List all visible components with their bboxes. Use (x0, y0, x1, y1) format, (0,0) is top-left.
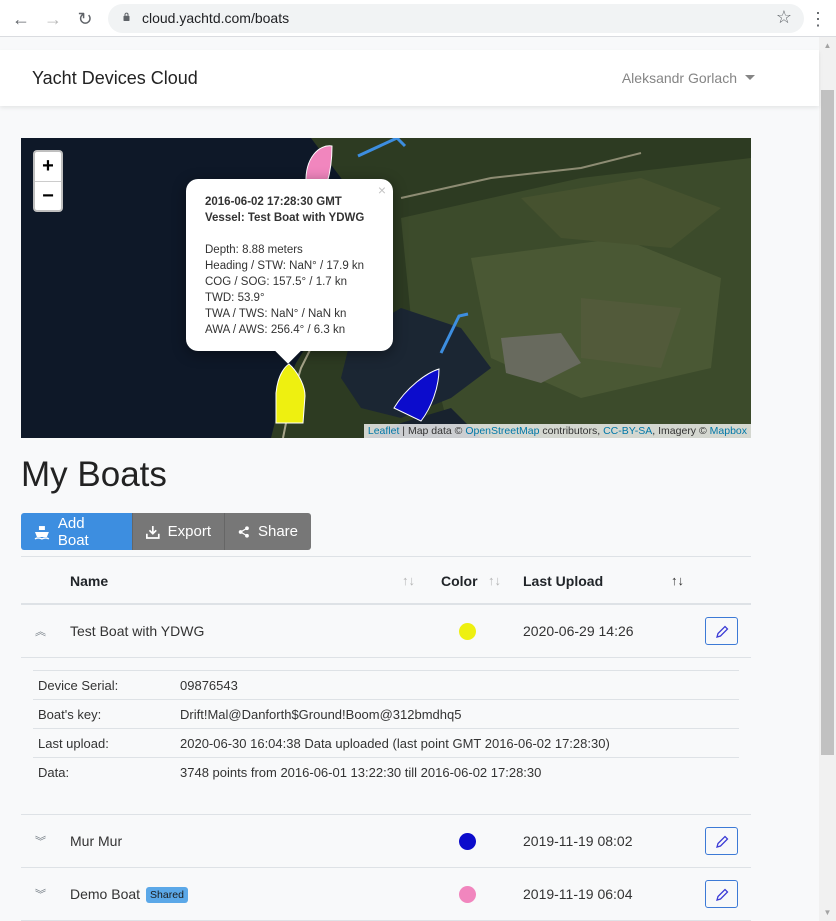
caret-down-icon (745, 75, 755, 80)
detail-value: 09876543 (180, 678, 238, 693)
lock-icon (123, 12, 130, 21)
osm-link[interactable]: OpenStreetMap (465, 425, 539, 437)
last-upload-header[interactable]: Last Upload (523, 573, 603, 589)
reload-icon[interactable]: ↻ (72, 6, 98, 32)
browser-toolbar: ← → ↻ cloud.yachtd.com/boats ☆ ⋮ (0, 0, 836, 37)
boat-last-upload: 2019-11-19 08:02 (523, 833, 633, 849)
bookmark-star-icon[interactable]: ☆ (776, 7, 792, 28)
boat-details: Device Serial: 09876543 Boat's key: Drif… (21, 658, 751, 815)
address-bar[interactable]: cloud.yachtd.com/boats ☆ (108, 4, 804, 33)
boat-name: Demo Boat (70, 886, 141, 902)
detail-value: 3748 points from 2016-06-01 13:22:30 til… (180, 765, 542, 780)
detail-value: Drift!Mal@Danforth$Ground!Boom@312bmdhq5 (180, 707, 462, 722)
edit-button[interactable] (705, 617, 738, 645)
sort-icon[interactable]: ↑↓ (402, 573, 415, 588)
attribution-text: | Map data © (399, 425, 466, 437)
detail-row: Last upload: 2020-06-30 16:04:38 Data up… (33, 728, 739, 757)
export-button[interactable]: Export (132, 513, 224, 550)
boat-last-upload: 2020-06-29 14:26 (523, 623, 634, 639)
popup-timestamp: 2016-06-02 17:28:30 GMT (205, 196, 342, 208)
add-boat-button[interactable]: Add Boat (21, 513, 132, 550)
url-text: cloud.yachtd.com/boats (142, 10, 290, 26)
back-arrow-icon[interactable]: ← (8, 6, 34, 32)
download-icon (146, 525, 160, 539)
boat-name-cell: Demo Boat Shared (70, 886, 188, 903)
add-boat-label: Add Boat (57, 514, 89, 549)
ccbysa-link[interactable]: CC-BY-SA (603, 425, 652, 437)
detail-label: Boat's key: (38, 707, 102, 722)
name-header[interactable]: Name (70, 573, 108, 589)
ship-icon (34, 525, 50, 540)
leaflet-link[interactable]: Leaflet (368, 425, 400, 437)
sort-icon[interactable]: ↑↓ (488, 573, 501, 588)
detail-row: Boat's key: Drift!Mal@Danforth$Ground!Bo… (33, 699, 739, 728)
share-button[interactable]: Share (224, 513, 311, 550)
boat-map[interactable]: + − × 2016-06-02 17:28:30 GMT Vessel: Te… (21, 138, 751, 438)
boats-table: Name ↑↓ Color ↑↓ Last Upload ↑↓ ︽ Test B… (21, 556, 751, 921)
popup-line: TWD: 53.9° (205, 292, 265, 304)
boat-last-upload: 2019-11-19 06:04 (523, 886, 633, 902)
popup-line: Heading / STW: NaN° / 17.9 kn (205, 260, 365, 272)
detail-row: Data: 3748 points from 2016-06-01 13:22:… (33, 757, 739, 786)
popup-close-icon[interactable]: × (378, 182, 386, 198)
popup-line: COG / SOG: 157.5° / 1.7 kn (205, 276, 348, 288)
boat-color-dot (459, 833, 476, 850)
zoom-in-button[interactable]: + (35, 152, 61, 181)
color-header[interactable]: Color (441, 573, 478, 589)
detail-label: Data: (38, 765, 70, 780)
detail-label: Last upload: (38, 736, 109, 751)
app-navbar: Yacht Devices Cloud Aleksandr Gorlach (0, 50, 819, 106)
popup-line: TWA / TWS: NaN° / NaN kn (205, 308, 347, 320)
shared-badge: Shared (146, 887, 188, 903)
table-row[interactable]: ︾ Mur Mur 2019-11-19 08:02 (21, 815, 751, 868)
pencil-icon (716, 835, 729, 848)
detail-row: Device Serial: 09876543 (33, 670, 739, 699)
chevron-up-icon[interactable]: ︽ (35, 623, 46, 639)
edit-button[interactable] (705, 827, 738, 855)
scrollbar-thumb[interactable] (821, 90, 834, 755)
popup-line: AWA / AWS: 256.4° / 6.3 kn (205, 324, 346, 336)
zoom-out-button[interactable]: − (35, 181, 61, 210)
user-menu[interactable]: Aleksandr Gorlach (622, 70, 755, 86)
popup-vessel: Vessel: Test Boat with YDWG (205, 212, 365, 224)
sort-icon[interactable]: ↑↓ (671, 573, 684, 588)
map-popup: × 2016-06-02 17:28:30 GMT Vessel: Test B… (186, 179, 393, 364)
detail-label: Device Serial: (38, 678, 119, 693)
table-row[interactable]: ︽ Test Boat with YDWG 2020-06-29 14:26 (21, 605, 751, 658)
scroll-down-arrow-icon[interactable]: ▼ (819, 904, 836, 921)
pencil-icon (716, 625, 729, 638)
mapbox-link[interactable]: Mapbox (710, 425, 747, 437)
boat-color-dot (459, 886, 476, 903)
edit-button[interactable] (705, 880, 738, 908)
share-label: Share (257, 523, 298, 540)
page-title: My Boats (21, 455, 167, 494)
chevron-down-icon[interactable]: ︾ (35, 833, 46, 849)
detail-value: 2020-06-30 16:04:38 Data uploaded (last … (180, 736, 610, 751)
boat-name: Mur Mur (70, 833, 123, 849)
browser-menu-icon[interactable]: ⋮ (808, 6, 828, 32)
forward-arrow-icon[interactable]: → (40, 6, 66, 32)
share-icon (238, 525, 249, 538)
boat-color-dot (459, 623, 476, 640)
boat-name: Test Boat with YDWG (70, 623, 205, 639)
export-label: Export (167, 523, 211, 540)
map-attribution: Leaflet | Map data © OpenStreetMap contr… (363, 424, 751, 438)
user-name: Aleksandr Gorlach (621, 70, 737, 86)
table-header: Name ↑↓ Color ↑↓ Last Upload ↑↓ (21, 556, 751, 605)
popup-line: Depth: 8.88 meters (205, 244, 303, 256)
attribution-text: contributors, (539, 425, 604, 437)
chevron-down-icon[interactable]: ︾ (35, 886, 46, 902)
map-zoom-control: + − (33, 150, 63, 212)
brand-link[interactable]: Yacht Devices Cloud (32, 68, 198, 89)
pencil-icon (716, 888, 729, 901)
attribution-text: , Imagery © (652, 425, 710, 437)
boat-actions: Add Boat Export Share (21, 513, 311, 550)
table-row[interactable]: ︾ Demo Boat Shared 2019-11-19 06:04 (21, 868, 751, 921)
scroll-up-arrow-icon[interactable]: ▲ (819, 37, 836, 54)
